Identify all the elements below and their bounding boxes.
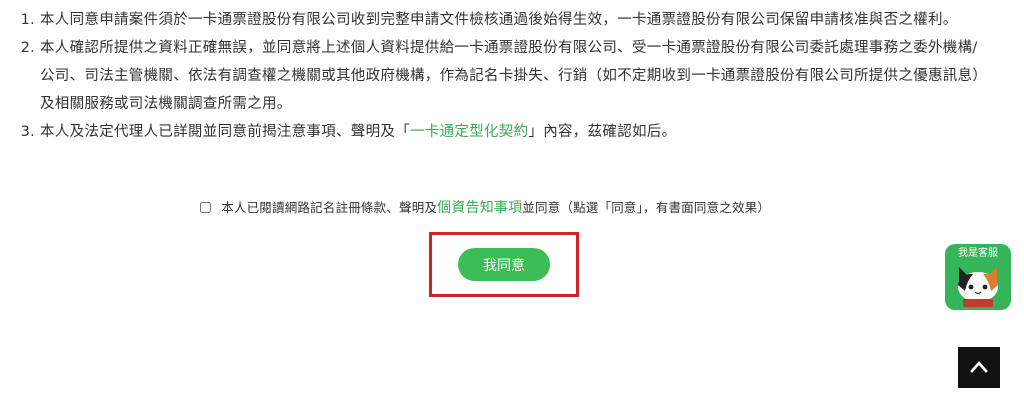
term-text-after: 」內容，茲確認如后。 [528,124,677,140]
term-item: 本人及法定代理人已詳閱並同意前揭注意事項、聲明及「一卡通定型化契約」內容，茲確認… [40,118,990,146]
back-to-top-button[interactable] [958,347,1000,388]
term-item: 本人確認所提供之資料正確無誤，並同意將上述個人資料提供給一卡通票證股份有限公司、… [40,34,990,118]
agreement-text-before: 本人已閱讀網路記名註冊條款、聲明及 [221,200,438,215]
privacy-notice-link[interactable]: 個資告知事項 [437,200,522,216]
term-item: 本人同意申請案件須於一卡通票證股份有限公司收到完整申請文件檢核通過後始得生效，一… [40,6,990,34]
customer-service-widget[interactable]: 我是客服 [945,244,1011,310]
service-widget-label: 我是客服 [958,248,998,259]
agreement-text-after: 並同意（點選「同意」，有書面同意之效果） [522,200,771,215]
agreement-row: 本人已閱讀網路記名註冊條款、聲明及個資告知事項並同意（點選「同意」，有書面同意之… [200,196,860,220]
term-text: 本人確認所提供之資料正確無誤，並同意將上述個人資料提供給一卡通票證股份有限公司、… [40,40,988,112]
terms-list: 本人同意申請案件須於一卡通票證股份有限公司收到完整申請文件檢核通過後始得生效，一… [0,0,990,146]
term-text-before: 本人及法定代理人已詳閱並同意前揭注意事項、聲明及「 [40,124,410,140]
cat-mascot-icon [958,267,998,307]
agree-button[interactable]: 我同意 [458,248,550,281]
agree-checkbox[interactable] [200,202,211,213]
contract-link[interactable]: 一卡通定型化契約 [410,124,528,140]
term-text: 本人同意申請案件須於一卡通票證股份有限公司收到完整申請文件檢核通過後始得生效，一… [40,12,958,28]
chevron-up-icon [970,361,988,373]
